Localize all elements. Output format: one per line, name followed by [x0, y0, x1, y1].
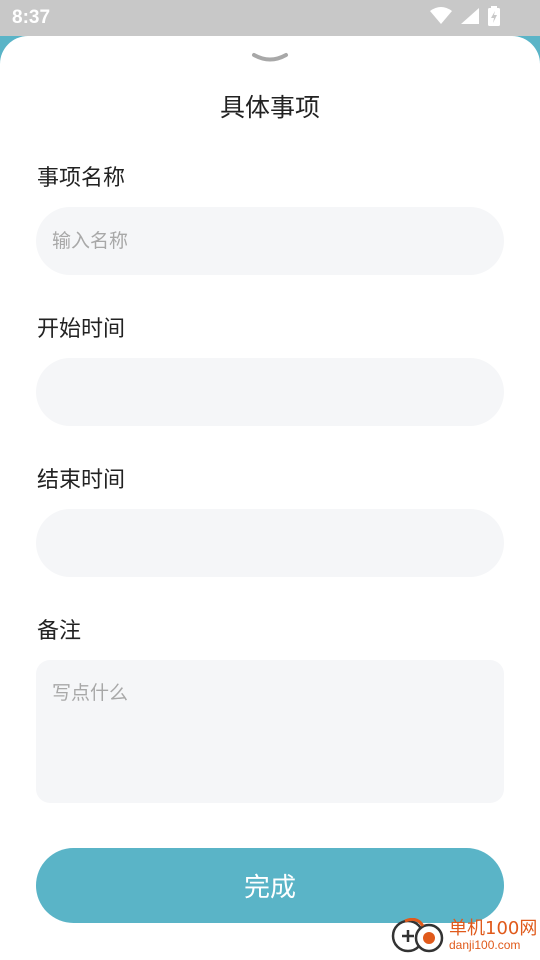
status-bar: 8:37 — [0, 0, 540, 36]
name-input[interactable] — [36, 207, 504, 275]
wifi-icon — [430, 7, 452, 29]
start-time-input[interactable] — [36, 358, 504, 426]
watermark-logo-icon — [391, 918, 444, 953]
notes-textarea[interactable] — [36, 660, 504, 803]
chevron-down-icon[interactable] — [251, 50, 289, 64]
bottom-sheet: 具体事项 事项名称 开始时间 结束时间 备注 完成 — [0, 36, 540, 960]
end-time-label: 结束时间 — [37, 468, 126, 493]
status-time: 8:37 — [12, 7, 51, 28]
watermark-url: danji100.com — [449, 938, 521, 952]
name-label: 事项名称 — [37, 166, 126, 191]
sheet-title: 具体事项 — [219, 93, 320, 122]
battery-icon — [488, 6, 500, 30]
end-time-input[interactable] — [36, 509, 504, 577]
watermark: 单机100网 danji100.com — [385, 912, 540, 960]
start-time-label: 开始时间 — [37, 317, 126, 342]
notes-label: 备注 — [37, 619, 82, 644]
status-icons — [430, 6, 500, 30]
watermark-brand: 单机100网 — [449, 918, 538, 939]
signal-icon — [460, 7, 480, 29]
